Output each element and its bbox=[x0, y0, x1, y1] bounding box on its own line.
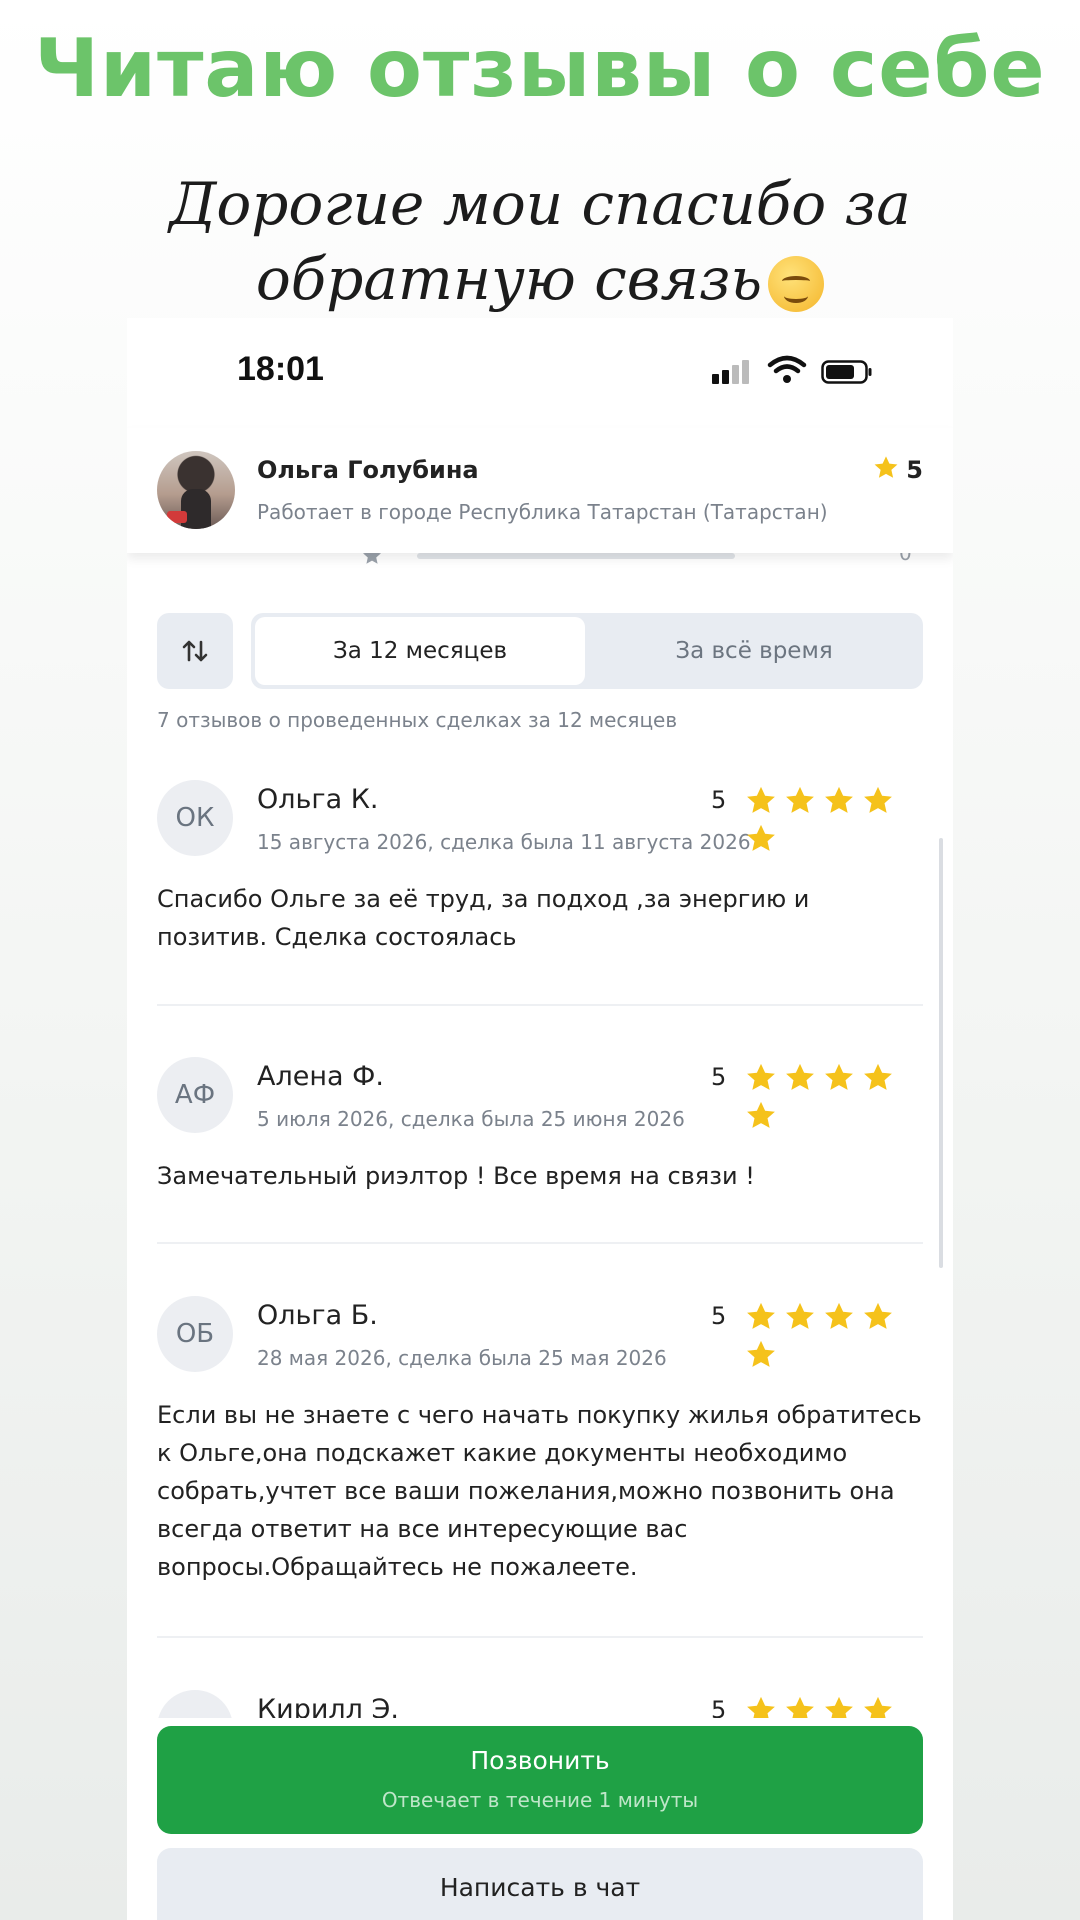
reviews-count: 7 отзывов о проведенных сделках за 12 ме… bbox=[157, 708, 678, 732]
status-bar: 18:01 bbox=[127, 318, 953, 428]
star-icon bbox=[864, 1302, 892, 1329]
review-date: 28 мая 2026, сделка была 25 мая 2026 bbox=[257, 1346, 667, 1370]
tab-12-months[interactable]: За 12 месяцев bbox=[255, 617, 585, 685]
star-icon bbox=[747, 1302, 775, 1329]
star-icon bbox=[747, 1340, 775, 1367]
review-text: Если вы не знаете с чего начать покупку … bbox=[157, 1401, 922, 1581]
phone-screen: 18:01 Ольга Голубина Работает в городе Р… bbox=[127, 318, 953, 1920]
review-divider bbox=[157, 1242, 923, 1244]
call-button-sublabel: Отвечает в течение 1 минуты bbox=[381, 1788, 699, 1812]
review-score: 5 bbox=[711, 1063, 727, 1091]
realtor-profile-header[interactable]: Ольга Голубина Работает в городе Республ… bbox=[127, 428, 953, 553]
review-text: Замечательный риэлтор ! Все время на свя… bbox=[157, 1162, 755, 1190]
realtor-avatar bbox=[157, 451, 235, 529]
star-icon bbox=[786, 786, 814, 813]
star-icon bbox=[747, 786, 775, 813]
review-divider bbox=[157, 1004, 923, 1006]
battery-icon bbox=[821, 360, 872, 384]
realtor-rating-value: 5 bbox=[906, 456, 923, 484]
realtor-rating: 5 bbox=[872, 454, 923, 484]
review-score: 5 bbox=[711, 1302, 727, 1330]
review-stars bbox=[739, 1061, 923, 1137]
sort-arrows-icon bbox=[182, 640, 208, 662]
call-button[interactable]: Позвонить Отвечает в течение 1 минуты bbox=[157, 1726, 923, 1834]
bottom-action-panel: Позвонить Отвечает в течение 1 минуты На… bbox=[127, 1718, 953, 1920]
star-icon bbox=[864, 1063, 892, 1090]
star-icon bbox=[747, 824, 775, 851]
reviewer-avatar: АФ bbox=[157, 1057, 233, 1133]
star-icon bbox=[874, 456, 898, 478]
review-stars bbox=[739, 784, 923, 860]
realtor-name: Ольга Голубина bbox=[257, 456, 479, 484]
chat-button[interactable]: Написать в чат bbox=[157, 1848, 923, 1920]
cellular-signal-icon bbox=[712, 360, 752, 384]
realtor-location: Работает в городе Республика Татарстан (… bbox=[257, 500, 828, 524]
review-date: 15 августа 2026, сделка была 11 августа … bbox=[257, 830, 751, 854]
review-stars bbox=[739, 1300, 923, 1376]
sort-button[interactable] bbox=[157, 613, 233, 689]
star-icon bbox=[864, 786, 892, 813]
story-subtitle-line1: Дорогие мои спасибо за bbox=[169, 170, 911, 238]
review-text: Спасибо Ольге за её труд, за подход ,за … bbox=[157, 885, 810, 951]
period-segmented-control: За 12 месяцев За всё время bbox=[251, 613, 923, 689]
reviewer-name: Ольга К. bbox=[257, 784, 379, 815]
reviewer-avatar: ОК bbox=[157, 780, 233, 856]
rating-distribution-bar bbox=[417, 553, 735, 559]
reviewer-name: Ольга Б. bbox=[257, 1300, 378, 1331]
star-icon bbox=[786, 1063, 814, 1090]
wifi-icon bbox=[767, 355, 807, 383]
review-date: 5 июля 2026, сделка была 25 июня 2026 bbox=[257, 1107, 685, 1131]
star-icon bbox=[825, 786, 853, 813]
star-icon bbox=[747, 1063, 775, 1090]
call-button-label: Позвонить bbox=[470, 1746, 610, 1775]
story-title: Читаю отзывы о себе bbox=[34, 22, 1046, 115]
tab-all-time[interactable]: За всё время bbox=[589, 617, 919, 685]
star-icon bbox=[786, 1302, 814, 1329]
star-icon bbox=[825, 1302, 853, 1329]
scrollbar[interactable] bbox=[939, 838, 943, 1268]
rating-distribution-row: 0 bbox=[127, 541, 953, 593]
star-icon bbox=[825, 1063, 853, 1090]
review-score: 5 bbox=[711, 786, 727, 814]
story-subtitle-text: обратную связь bbox=[255, 245, 763, 313]
star-icon bbox=[747, 1101, 775, 1128]
review-divider bbox=[157, 1636, 923, 1638]
hugging-face-emoji-icon bbox=[768, 255, 825, 312]
status-time: 18:01 bbox=[237, 350, 324, 388]
story-subtitle-line2: обратную связь bbox=[0, 245, 1080, 313]
reviewer-name: Алена Ф. bbox=[257, 1061, 384, 1092]
reviewer-avatar: ОБ bbox=[157, 1296, 233, 1372]
